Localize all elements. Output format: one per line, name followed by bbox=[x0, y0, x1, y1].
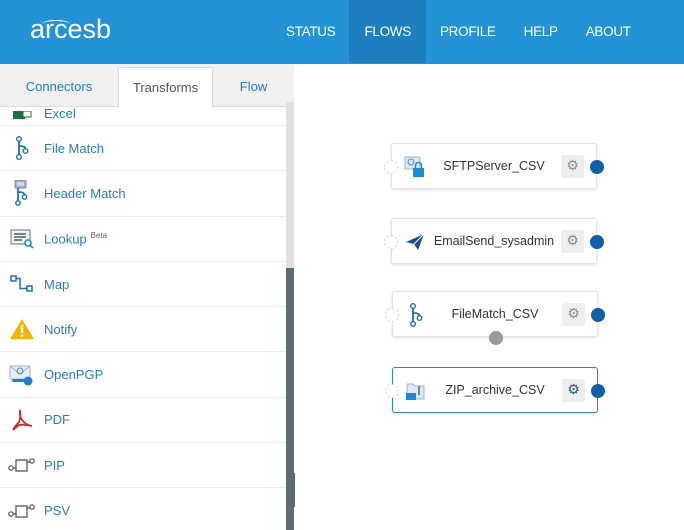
file-match-icon bbox=[0, 136, 44, 161]
logo-arc bbox=[42, 20, 70, 28]
list-item-pip[interactable]: PIP bbox=[0, 443, 286, 489]
tab-connectors[interactable]: Connectors bbox=[0, 67, 118, 107]
map-icon bbox=[0, 275, 44, 293]
sftp-icon bbox=[404, 156, 426, 178]
openpgp-icon bbox=[0, 364, 44, 386]
scrollbar-thumb[interactable] bbox=[286, 268, 294, 530]
list-item-excel[interactable]: Excel bbox=[0, 107, 286, 126]
list-item-label: Excel bbox=[44, 107, 76, 121]
pip-icon bbox=[0, 457, 44, 473]
list-item-header-match[interactable]: Header Match bbox=[0, 171, 286, 217]
nav-help[interactable]: HELP bbox=[510, 0, 572, 63]
input-port[interactable] bbox=[385, 384, 399, 398]
list-item-file-match[interactable]: File Match bbox=[0, 126, 286, 172]
nav-about[interactable]: ABOUT bbox=[572, 0, 645, 63]
top-bar: arcesb STATUS FLOWS PROFILE HELP ABOUT bbox=[0, 0, 684, 64]
gear-icon[interactable]: ⚙ bbox=[562, 379, 585, 402]
arcesb-logo[interactable]: arcesb bbox=[30, 14, 111, 45]
tab-flow[interactable]: Flow bbox=[213, 67, 294, 107]
gear-icon[interactable]: ⚙ bbox=[561, 230, 584, 253]
paper-plane-icon bbox=[404, 231, 426, 253]
secondary-output-port[interactable] bbox=[489, 331, 503, 345]
list-item-label: Map bbox=[44, 276, 70, 292]
excel-icon bbox=[0, 111, 44, 121]
lookup-icon bbox=[0, 229, 44, 249]
input-port[interactable] bbox=[384, 160, 398, 174]
transforms-list: Excel File Match Header Match Lookup Beta… bbox=[0, 107, 286, 530]
psv-icon bbox=[0, 503, 44, 519]
input-port[interactable] bbox=[384, 235, 398, 249]
list-item-label: Lookup Beta bbox=[44, 231, 107, 246]
zip-icon bbox=[405, 380, 427, 402]
flow-node-filematch[interactable]: FileMatch_CSV ⚙ bbox=[385, 291, 605, 345]
node-label: ZIP_archive_CSV bbox=[445, 383, 545, 397]
scrollbar-track[interactable] bbox=[286, 102, 294, 268]
sidebar-tabs: Connectors Transforms Flow bbox=[0, 64, 294, 108]
beta-badge: Beta bbox=[90, 231, 108, 241]
flow-canvas[interactable]: SFTPServer_CSV ⚙ EmailSend_sysadmin ⚙ Fi… bbox=[295, 64, 684, 530]
flow-node-zip-archive[interactable]: ZIP_archive_CSV ⚙ bbox=[385, 367, 605, 413]
nav-profile[interactable]: PROFILE bbox=[426, 0, 510, 63]
node-label: FileMatch_CSV bbox=[451, 307, 539, 321]
flow-node-sftpserver[interactable]: SFTPServer_CSV ⚙ bbox=[384, 143, 604, 189]
output-port[interactable] bbox=[590, 235, 604, 249]
main-nav: STATUS FLOWS PROFILE HELP ABOUT bbox=[272, 0, 645, 63]
list-item-label: PSV bbox=[44, 503, 71, 519]
list-item-lookup[interactable]: Lookup Beta bbox=[0, 217, 286, 262]
list-item-label: OpenPGP bbox=[44, 367, 104, 383]
pdf-icon bbox=[0, 409, 44, 431]
sidebar: Connectors Transforms Flow Excel File Ma… bbox=[0, 64, 294, 530]
list-item-label: Header Match bbox=[44, 185, 126, 201]
lookup-label: Lookup bbox=[44, 231, 87, 247]
input-port[interactable] bbox=[385, 308, 399, 322]
file-match-icon bbox=[405, 303, 427, 327]
flow-node-emailsend[interactable]: EmailSend_sysadmin ⚙ bbox=[384, 218, 604, 264]
list-item-openpgp[interactable]: OpenPGP bbox=[0, 352, 286, 398]
list-item-label: PDF bbox=[44, 412, 70, 428]
list-item-notify[interactable]: Notify bbox=[0, 307, 286, 353]
gear-icon[interactable]: ⚙ bbox=[561, 155, 584, 178]
list-item-pdf[interactable]: PDF bbox=[0, 398, 286, 444]
output-port[interactable] bbox=[591, 384, 605, 398]
output-port[interactable] bbox=[591, 308, 605, 322]
header-match-icon bbox=[0, 180, 44, 207]
nav-status[interactable]: STATUS bbox=[272, 0, 349, 63]
list-item-label: PIP bbox=[44, 457, 65, 473]
warning-icon bbox=[0, 318, 44, 340]
list-item-psv[interactable]: PSV bbox=[0, 488, 286, 530]
nav-flows[interactable]: FLOWS bbox=[349, 0, 426, 63]
list-item-label: Notify bbox=[44, 321, 78, 337]
gear-icon[interactable]: ⚙ bbox=[562, 303, 585, 326]
list-item-label: File Match bbox=[44, 140, 104, 156]
list-item-map[interactable]: Map bbox=[0, 262, 286, 308]
tab-transforms[interactable]: Transforms bbox=[118, 67, 213, 108]
output-port[interactable] bbox=[590, 160, 604, 174]
node-label: SFTPServer_CSV bbox=[443, 159, 545, 173]
node-label: EmailSend_sysadmin bbox=[433, 234, 555, 248]
